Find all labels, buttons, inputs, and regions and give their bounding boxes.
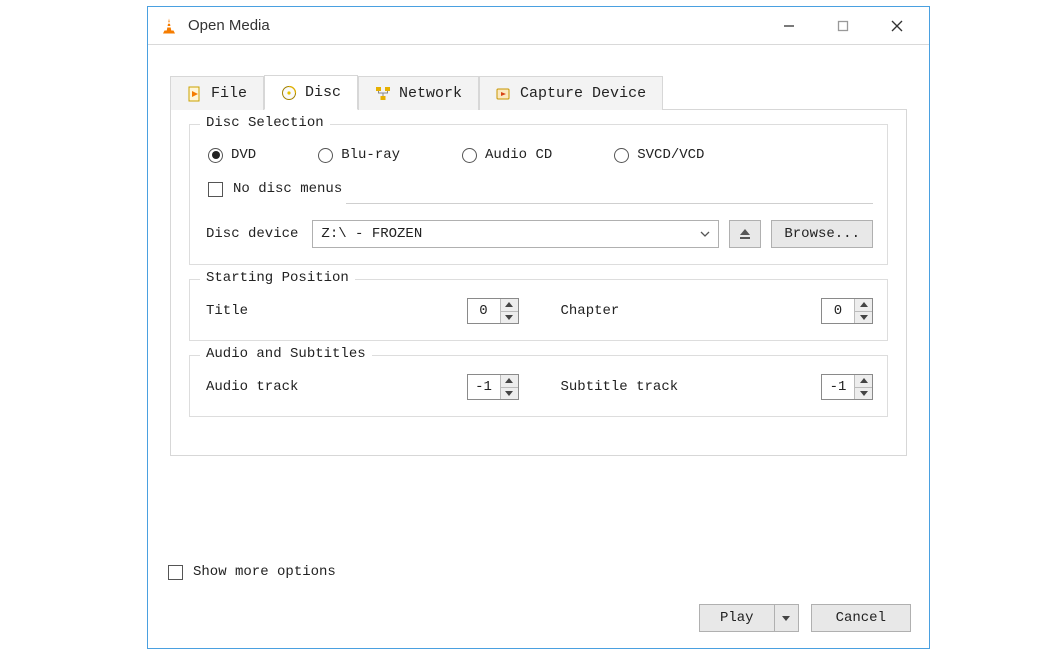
close-button[interactable] (883, 12, 911, 40)
show-more-options-checkbox[interactable]: Show more options (166, 562, 911, 582)
cancel-button-label: Cancel (836, 610, 886, 626)
radio-svcd[interactable]: SVCD/VCD (614, 147, 704, 163)
radio-bluray-label: Blu-ray (341, 147, 400, 163)
spin-up-icon[interactable] (855, 299, 872, 312)
radio-icon (208, 148, 223, 163)
eject-button[interactable] (729, 220, 761, 248)
spin-down-icon[interactable] (501, 388, 518, 400)
chapter-value: 0 (822, 299, 854, 323)
minimize-button[interactable] (775, 12, 803, 40)
vlc-icon (160, 17, 178, 35)
capture-icon (496, 86, 512, 102)
disc-icon (281, 85, 297, 101)
tab-disc-label: Disc (305, 84, 341, 101)
radio-icon (614, 148, 629, 163)
network-icon (375, 86, 391, 102)
group-starting-position: Starting Position Title 0 Chap (189, 279, 888, 341)
subtitle-track-spinner[interactable]: -1 (821, 374, 873, 400)
tab-disc[interactable]: Disc (264, 75, 358, 110)
group-disc-selection: Disc Selection DVD Blu-ray Audio CD (189, 124, 888, 265)
chapter-label: Chapter (561, 303, 620, 319)
group-disc-selection-legend: Disc Selection (200, 115, 330, 131)
no-disc-menus-label: No disc menus (233, 181, 342, 197)
open-media-dialog: Open Media File (147, 6, 930, 649)
group-audio-subtitles-legend: Audio and Subtitles (200, 346, 372, 362)
disc-device-row: Disc device Z:\ - FROZEN (206, 220, 873, 248)
browse-button-label: Browse... (784, 226, 860, 242)
disc-device-label: Disc device (206, 226, 298, 242)
audio-track-value: -1 (468, 375, 500, 399)
checkbox-icon (168, 565, 183, 580)
window-title: Open Media (188, 17, 775, 34)
radio-audiocd[interactable]: Audio CD (462, 147, 552, 163)
disc-tabpanel: Disc Selection DVD Blu-ray Audio CD (170, 109, 907, 456)
group-audio-subtitles: Audio and Subtitles Audio track -1 (189, 355, 888, 417)
tabstrip: File Disc Network (170, 73, 907, 109)
disc-device-combo[interactable]: Z:\ - FROZEN (312, 220, 719, 248)
browse-button[interactable]: Browse... (771, 220, 873, 248)
spin-down-icon[interactable] (855, 312, 872, 324)
radio-audiocd-label: Audio CD (485, 147, 552, 163)
window-controls (775, 12, 911, 40)
play-button-label: Play (720, 610, 754, 626)
spin-down-icon[interactable] (855, 388, 872, 400)
audio-track-spinner[interactable]: -1 (467, 374, 519, 400)
title-value: 0 (468, 299, 500, 323)
group-starting-position-legend: Starting Position (200, 270, 355, 286)
chevron-down-icon (696, 225, 714, 243)
spin-up-icon[interactable] (855, 375, 872, 388)
spin-up-icon[interactable] (501, 299, 518, 312)
show-more-options-label: Show more options (193, 564, 336, 580)
radio-icon (318, 148, 333, 163)
spin-down-icon[interactable] (501, 312, 518, 324)
dialog-body: File Disc Network (148, 45, 929, 554)
titlebar: Open Media (148, 7, 929, 45)
audio-track-label: Audio track (206, 379, 298, 395)
tab-network-label: Network (399, 85, 462, 102)
tab-capture-label: Capture Device (520, 85, 646, 102)
subtitle-track-value: -1 (822, 375, 854, 399)
title-spinner[interactable]: 0 (467, 298, 519, 324)
radio-bluray[interactable]: Blu-ray (318, 147, 400, 163)
tab-network[interactable]: Network (358, 76, 479, 110)
tab-capture[interactable]: Capture Device (479, 76, 663, 110)
disc-type-radios: DVD Blu-ray Audio CD SVCD/VCD (206, 143, 873, 179)
spin-up-icon[interactable] (501, 375, 518, 388)
play-dropdown-button[interactable] (775, 604, 799, 632)
eject-icon (738, 227, 752, 241)
radio-icon (462, 148, 477, 163)
file-icon (187, 86, 203, 102)
radio-dvd-label: DVD (231, 147, 256, 163)
checkbox-icon (208, 182, 223, 197)
maximize-button[interactable] (829, 12, 857, 40)
dialog-footer: Show more options Play Cancel (148, 554, 929, 648)
cancel-button[interactable]: Cancel (811, 604, 911, 632)
chapter-spinner[interactable]: 0 (821, 298, 873, 324)
radio-dvd[interactable]: DVD (208, 147, 256, 163)
radio-svcd-label: SVCD/VCD (637, 147, 704, 163)
play-split-button: Play (699, 604, 799, 632)
disc-device-value: Z:\ - FROZEN (321, 226, 422, 242)
chevron-down-icon (782, 616, 790, 621)
subtitle-track-label: Subtitle track (561, 379, 679, 395)
no-disc-menus-checkbox[interactable]: No disc menus (206, 179, 873, 199)
play-button[interactable]: Play (699, 604, 775, 632)
tab-file[interactable]: File (170, 76, 264, 110)
divider (346, 203, 873, 204)
title-label: Title (206, 303, 248, 319)
tab-file-label: File (211, 85, 247, 102)
